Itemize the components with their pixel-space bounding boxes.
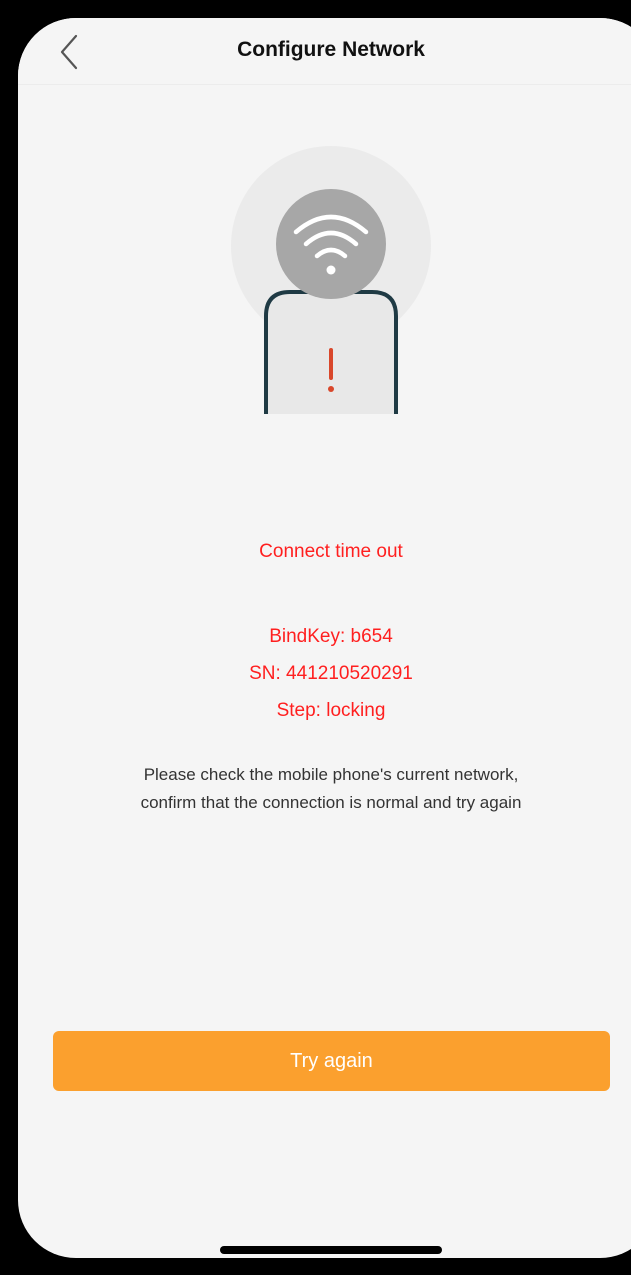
hint-line-2: confirm that the connection is normal an…: [140, 793, 522, 812]
serial-number-text: SN: 441210520291: [249, 663, 413, 684]
home-indicator: [220, 1246, 442, 1254]
device-frame: Configure Network Connect time out BindK…: [0, 0, 631, 1275]
step-text: Step: locking: [276, 700, 386, 721]
hint-line-1: Please check the mobile phone's current …: [143, 765, 519, 784]
page-title: Configure Network: [237, 38, 425, 61]
network-error-illustration: [230, 146, 432, 414]
app-screen: Configure Network Connect time out BindK…: [18, 18, 631, 1258]
try-again-button[interactable]: Try again: [53, 1031, 610, 1091]
error-message: Connect time out: [259, 541, 403, 562]
nav-bar: Configure Network: [18, 18, 631, 85]
bind-key-text: BindKey: b654: [269, 626, 393, 647]
wifi-icon: [276, 189, 386, 299]
troubleshoot-hint: Please check the mobile phone's current …: [18, 761, 631, 817]
